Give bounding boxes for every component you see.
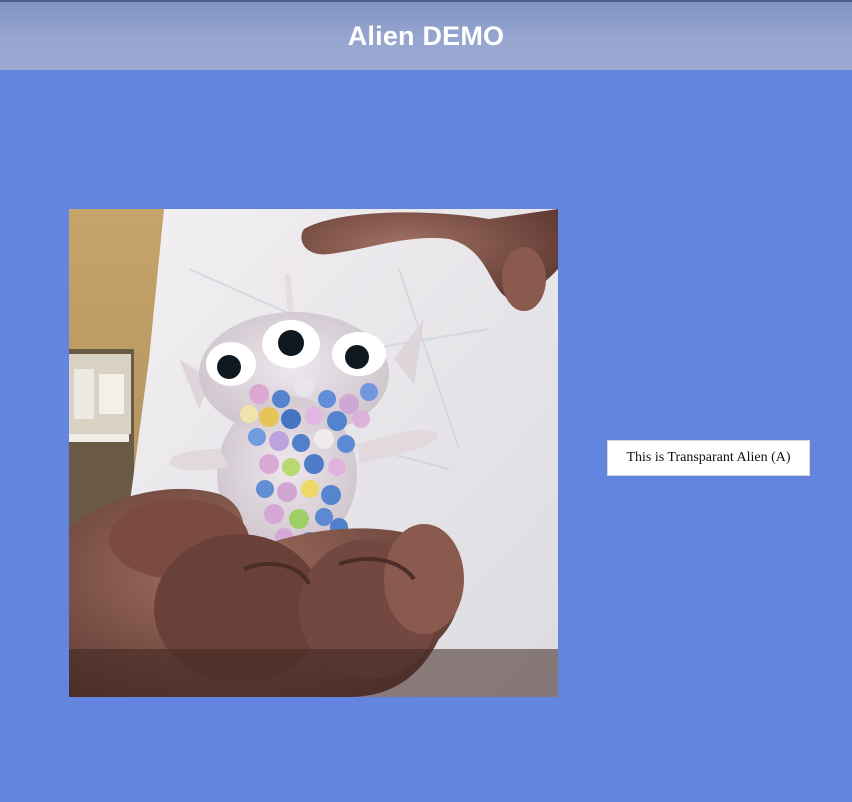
camera-feed: [69, 209, 558, 697]
prediction-text: This is Transparant Alien (A): [626, 450, 791, 465]
alien-toy-photo: [69, 209, 558, 697]
prediction-label: This is Transparant Alien (A): [607, 440, 810, 476]
app-header: Alien DEMO: [0, 0, 852, 70]
app-root: Alien DEMO This is Transparant Alien (A): [0, 0, 852, 802]
page-title: Alien DEMO: [347, 20, 505, 51]
